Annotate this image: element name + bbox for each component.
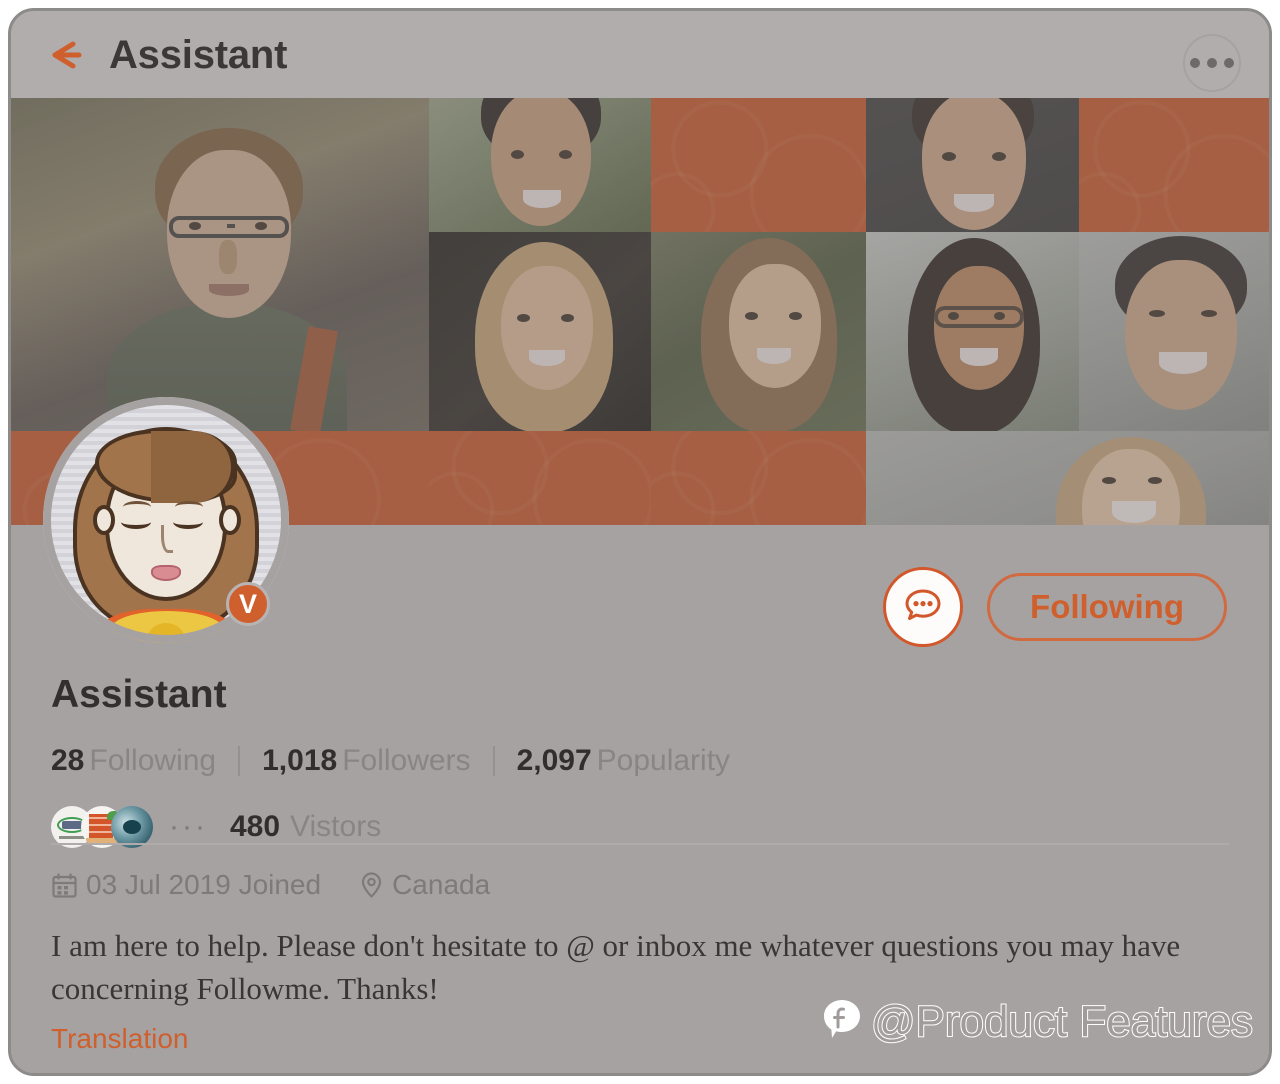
stat-followers-label: Followers (342, 744, 471, 777)
stat-popularity-label: Popularity (596, 744, 731, 777)
banner-tile-accent-1 (651, 98, 866, 232)
visitors-row[interactable]: ··· 480 Vistors (51, 806, 1229, 848)
visitor-avatar-group (51, 806, 153, 848)
banner-tile-photo-young-man-smiling (429, 98, 651, 232)
stat-popularity[interactable]: 2,097 Popularity (517, 746, 730, 776)
stat-popularity-value: 2,097 (516, 744, 592, 777)
banner-tile-photo-man-glasses (11, 98, 429, 431)
profile-actions: Following (883, 567, 1227, 647)
translation-link[interactable]: Translation (51, 1023, 188, 1055)
location-name: Canada (392, 869, 491, 900)
banner-tile-photo-man-dark-bg (866, 98, 1079, 232)
avatar-eye-right (173, 515, 203, 529)
profile-meta: 03 Jul 2019 Joined Canada (51, 869, 490, 901)
more-horizontal-icon[interactable] (1183, 34, 1241, 92)
dot (1190, 58, 1200, 68)
verified-badge: V (226, 582, 270, 626)
banner-tile-photo-brunette-woman-outdoor (651, 232, 866, 431)
visitors-label: Vistors (290, 810, 382, 843)
dot (1207, 58, 1217, 68)
visitors-count: 480 (229, 810, 281, 843)
joined-date: 03 Jul 2019 Joined (86, 869, 322, 900)
visitor-avatar-teal-photo (111, 806, 153, 848)
stat-followers[interactable]: 1,018 Followers (262, 746, 470, 776)
avatar-mouth (151, 565, 181, 581)
avatar-fringe-side (151, 431, 235, 503)
app-header: Assistant (11, 11, 1269, 98)
stat-following-label: Following (89, 744, 217, 777)
banner-tile-accent-2 (1079, 98, 1269, 232)
avatar-ear-left (93, 505, 115, 535)
display-name: Assistant (51, 673, 227, 716)
stat-following[interactable]: 28 Following (51, 746, 216, 776)
banner-tile-photo-woman-glasses (866, 232, 1079, 431)
avatar-brow-left (123, 501, 151, 513)
avatar-ear-right (219, 505, 241, 535)
avatar-eye-left (121, 515, 151, 529)
screen-root: Assistant V Following Assistant 28 Follo… (0, 0, 1280, 1084)
section-divider (51, 843, 1229, 845)
avatar-nose (161, 525, 173, 553)
dot (1224, 58, 1234, 68)
stat-separator (238, 746, 241, 776)
stat-separator (492, 746, 495, 776)
stat-following-value: 28 (51, 744, 85, 777)
avatar-brow-right (175, 501, 203, 513)
banner-tile-photo-blonde-woman-laughing (866, 431, 1269, 525)
page-title: Assistant (109, 32, 288, 77)
banner-tile-accent-4 (429, 431, 651, 525)
visitors-overflow: ··· (169, 810, 208, 843)
banner-tile-photo-blonde-woman (429, 232, 651, 431)
message-button[interactable] (883, 567, 964, 647)
location-pin-icon (359, 871, 384, 899)
arrow-left-icon[interactable] (45, 36, 87, 74)
avatar[interactable]: V (43, 397, 289, 643)
stat-followers-value: 1,018 (262, 744, 338, 777)
message-bubble-icon (901, 583, 945, 632)
banner-tile-accent-5 (651, 431, 866, 525)
calendar-icon (51, 872, 78, 899)
bio-text: I am here to help. Please don't hesitate… (51, 928, 1181, 1006)
profile-info: Assistant 28 Following 1,018 Followers 2,0… (51, 675, 1229, 848)
following-button[interactable]: Following (987, 573, 1227, 641)
profile-card: Assistant V Following Assistant 28 Follo… (8, 8, 1272, 1076)
stats-row: 28 Following 1,018 Followers 2,097 Populari… (51, 746, 1229, 776)
profile-body: V Following Assistant 28 Following 1,018… (11, 397, 1269, 1073)
banner-tile-photo-asian-man (1079, 232, 1269, 431)
